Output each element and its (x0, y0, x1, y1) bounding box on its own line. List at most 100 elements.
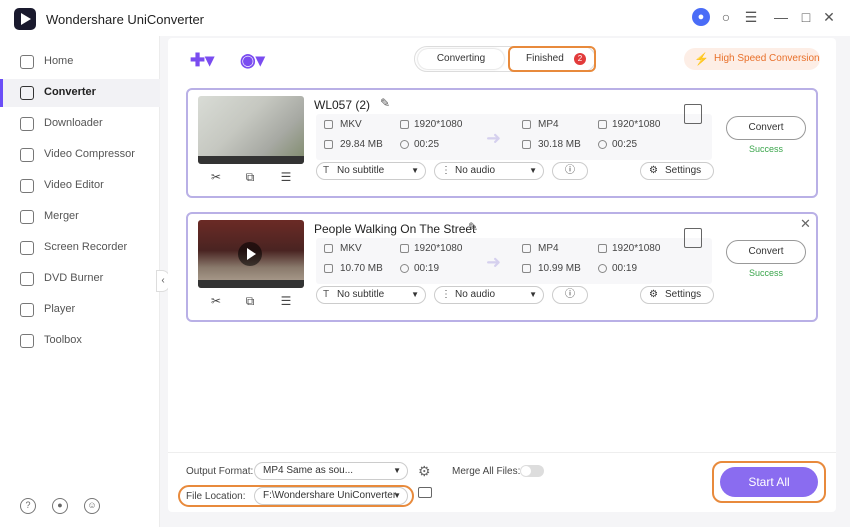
audio-icon: ⋮ (441, 289, 451, 300)
crop-icon[interactable]: ⧉ (240, 294, 260, 309)
trim-icon[interactable]: ✂ (206, 170, 226, 184)
help-icon[interactable]: ? (20, 498, 36, 514)
merge-all-toggle[interactable] (520, 465, 544, 477)
target-duration: 00:25 (612, 139, 638, 150)
headset-icon[interactable]: ○ (717, 8, 735, 26)
file-location-select[interactable]: F:\Wondershare UniConverter ▼ (254, 487, 408, 505)
edit-toolbar: ✂ ⧉ ☰ (198, 292, 304, 312)
output-format-select[interactable]: MP4 Same as sou... ▼ (254, 462, 408, 480)
format-icon (522, 120, 531, 129)
folder-icon (522, 264, 531, 273)
target-format: MP4 (538, 119, 559, 130)
resolution-icon (598, 120, 607, 129)
status-success: Success (748, 268, 783, 278)
sidebar-item-label: Screen Recorder (44, 241, 128, 253)
app-logo-icon (14, 8, 36, 30)
target-duration: 00:19 (612, 263, 638, 274)
start-all-button[interactable]: Start All (720, 467, 818, 497)
output-settings-icon[interactable] (684, 228, 702, 248)
feedback-icon[interactable]: ☺ (84, 498, 100, 514)
resolution-icon (400, 120, 409, 129)
chevron-down-icon: ▼ (393, 491, 401, 500)
remove-file-icon[interactable]: ✕ (800, 216, 811, 232)
settings-button[interactable]: ⚙ Settings (640, 286, 714, 304)
high-speed-label: High Speed Conversion (714, 53, 820, 64)
scissors-icon (20, 179, 34, 193)
video-thumbnail[interactable] (198, 96, 304, 164)
sidebar-item-converter[interactable]: Converter (0, 79, 160, 107)
info-icon: ⓘ (565, 165, 575, 176)
subtitle-dropdown[interactable]: T No subtitle ▼ (316, 286, 426, 304)
info-button[interactable]: ⓘ (552, 286, 588, 304)
tab-converting[interactable]: Converting (418, 49, 504, 69)
output-settings-icon[interactable] (684, 104, 702, 124)
info-button[interactable]: ⓘ (552, 162, 588, 180)
add-file-icon[interactable]: ✚▾ (190, 50, 214, 71)
sidebar-item-player[interactable]: Player (0, 296, 160, 324)
close-icon[interactable]: ✕ (820, 8, 838, 26)
audio-value: No audio (455, 289, 496, 300)
effects-icon[interactable]: ☰ (276, 294, 296, 308)
menu-icon[interactable]: ☰ (742, 8, 760, 26)
subtitle-value: No subtitle (337, 165, 385, 176)
rename-icon[interactable]: ✎ (468, 220, 478, 234)
sidebar-item-dvd-burner[interactable]: DVD Burner (0, 265, 160, 293)
maximize-icon[interactable]: □ (797, 8, 815, 26)
sidebar-item-screen-recorder[interactable]: Screen Recorder (0, 234, 160, 262)
sidebar-item-home[interactable]: Home (0, 48, 160, 76)
compressor-icon (20, 148, 34, 162)
resolution-icon (598, 244, 607, 253)
gear-icon[interactable]: ⚙ (418, 463, 431, 480)
sidebar-item-label: Player (44, 303, 76, 315)
convert-button[interactable]: Convert (726, 116, 806, 140)
sidebar-item-video-editor[interactable]: Video Editor (0, 172, 160, 200)
user-icon[interactable]: ● (692, 8, 710, 26)
arrow-right-icon: ➜ (486, 128, 502, 148)
effects-icon[interactable]: ☰ (276, 170, 296, 184)
convert-button[interactable]: Convert (726, 240, 806, 264)
clock-icon (598, 264, 607, 273)
chevron-down-icon: ▼ (411, 166, 419, 175)
sidebar-item-video-compressor[interactable]: Video Compressor (0, 141, 160, 169)
settings-label: Settings (665, 289, 702, 300)
file-name: People Walking On The Street (314, 222, 476, 236)
home-icon (20, 55, 34, 69)
sidebar-item-label: Video Compressor (44, 148, 135, 160)
dvd-icon (20, 272, 34, 286)
subtitle-dropdown[interactable]: T No subtitle ▼ (316, 162, 426, 180)
video-thumbnail[interactable] (198, 220, 304, 288)
add-disc-icon[interactable]: ◉▾ (240, 50, 265, 71)
settings-icon: ⚙ (649, 165, 658, 176)
settings-button[interactable]: ⚙ Settings (640, 162, 714, 180)
format-icon (522, 244, 531, 253)
file-location-label: File Location: (186, 491, 246, 502)
high-speed-conversion-toggle[interactable]: ⚡ High Speed Conversion (684, 48, 820, 70)
sidebar-item-toolbox[interactable]: Toolbox (0, 327, 160, 355)
rename-icon[interactable]: ✎ (380, 96, 390, 110)
sidebar-item-downloader[interactable]: Downloader (0, 110, 160, 138)
bell-icon[interactable]: ● (52, 498, 68, 514)
output-format-value: MP4 Same as sou... (263, 465, 354, 476)
sidebar-item-label: Video Editor (44, 179, 104, 191)
chevron-down-icon: ▼ (393, 466, 401, 475)
subtitle-icon: T (323, 289, 330, 300)
sidebar-item-merger[interactable]: Merger (0, 203, 160, 231)
toolbox-icon (20, 334, 34, 348)
sidebar: Home Converter Downloader Video Compress… (0, 36, 160, 527)
arrow-right-icon: ➜ (486, 252, 502, 272)
format-icon (324, 120, 333, 129)
crop-icon[interactable]: ⧉ (240, 170, 260, 185)
open-folder-icon[interactable] (418, 487, 432, 498)
audio-dropdown[interactable]: ⋮ No audio ▼ (434, 162, 544, 180)
audio-dropdown[interactable]: ⋮ No audio ▼ (434, 286, 544, 304)
sidebar-item-label: Merger (44, 210, 79, 222)
chevron-down-icon: ▼ (529, 290, 537, 299)
play-icon[interactable] (238, 242, 262, 266)
trim-icon[interactable]: ✂ (206, 294, 226, 308)
audio-icon: ⋮ (441, 165, 451, 176)
merge-all-label: Merge All Files: (452, 466, 521, 477)
source-size: 29.84 MB (340, 139, 383, 150)
folder-icon (522, 140, 531, 149)
target-format: MP4 (538, 243, 559, 254)
minimize-icon[interactable]: — (772, 8, 790, 26)
